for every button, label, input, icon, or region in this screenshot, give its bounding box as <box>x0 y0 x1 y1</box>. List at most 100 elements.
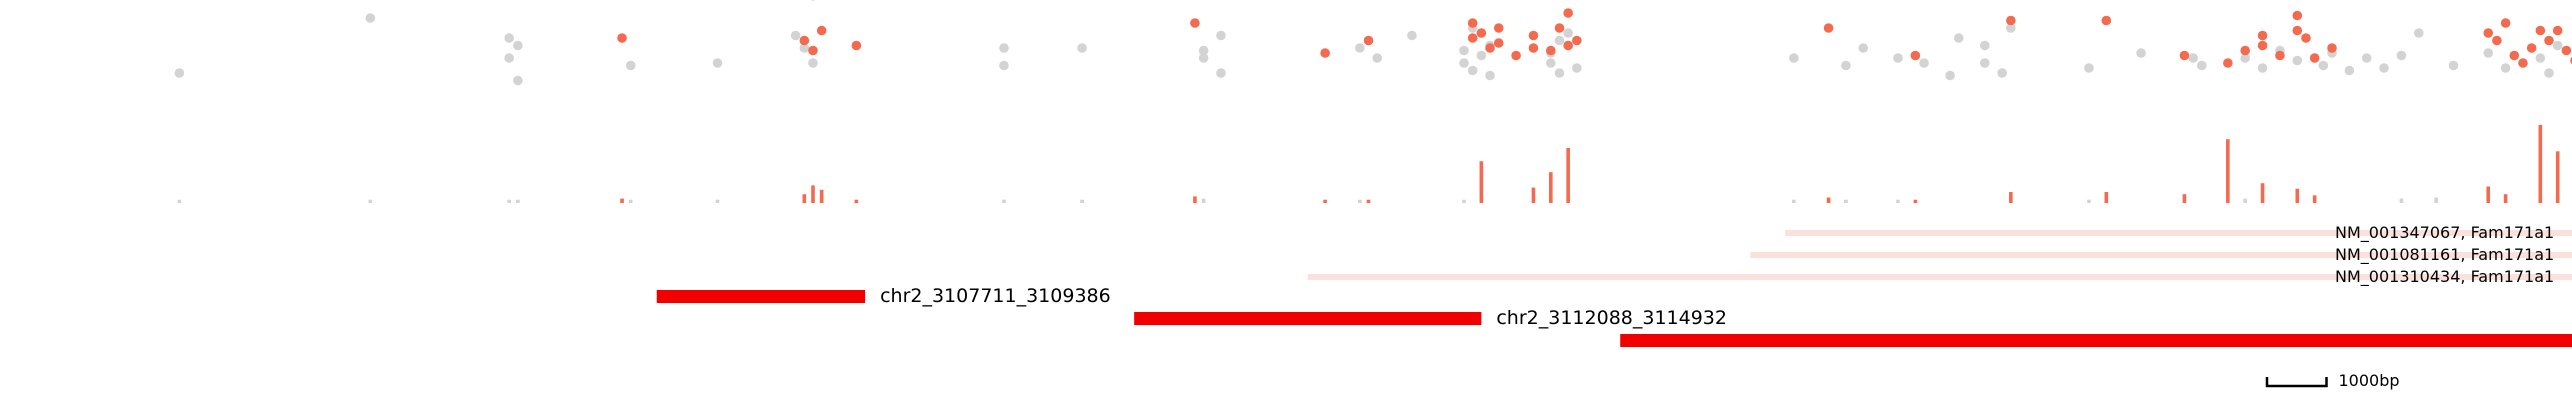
highlight-point-34 <box>2292 11 2302 21</box>
highlight-point-12 <box>1485 43 1495 53</box>
gray-point-19 <box>1372 53 1382 63</box>
gray-point-10 <box>808 58 818 68</box>
highlight-point-36 <box>2310 53 2320 63</box>
highlight-point-31 <box>2258 31 2268 41</box>
gray-bar-15 <box>2243 199 2247 203</box>
highlight-point-37 <box>2327 43 2337 53</box>
highlight-bar-20 <box>2313 195 2317 203</box>
highlight-bar-16 <box>2183 194 2187 203</box>
highlight-point-10 <box>1468 18 1478 28</box>
highlight-point-33 <box>2292 26 2302 36</box>
gray-point-11 <box>999 43 1009 53</box>
highlight-bar-21 <box>2486 187 2490 204</box>
gray-point-46 <box>2084 63 2094 73</box>
highlight-bar-23 <box>2539 125 2543 203</box>
bar-track <box>178 125 2572 203</box>
highlight-point-25 <box>2006 16 2016 26</box>
highlight-point-7 <box>1320 48 1330 58</box>
highlight-point-28 <box>2223 58 2233 68</box>
highlight-bar-3 <box>820 190 824 203</box>
highlight-point-42 <box>2518 58 2528 68</box>
gray-point-7 <box>713 58 723 68</box>
gray-point-22 <box>1459 58 1469 68</box>
highlight-point-27 <box>2180 51 2190 61</box>
gray-bar-8 <box>1202 199 1206 203</box>
gray-point-0 <box>175 68 185 78</box>
highlight-bar-17 <box>2226 139 2230 203</box>
gray-point-26 <box>1485 71 1495 81</box>
scale-bar-line <box>2267 377 2327 386</box>
gray-point-30 <box>1555 36 1565 46</box>
highlight-point-35 <box>2301 33 2311 43</box>
highlight-point-9 <box>1468 33 1478 43</box>
highlight-point-11 <box>1477 28 1487 38</box>
highlight-point-14 <box>1494 23 1504 33</box>
highlight-point-1 <box>800 36 810 46</box>
gray-point-60 <box>2414 28 2424 38</box>
highlight-point-17 <box>1529 31 1539 41</box>
gray-point-16 <box>1216 68 1226 78</box>
highlight-bar-12 <box>1827 198 1831 204</box>
highlight-bar-9 <box>1532 188 1536 203</box>
highlight-point-44 <box>2536 26 2546 36</box>
highlight-point-5 <box>852 41 862 51</box>
highlight-point-38 <box>2483 28 2493 38</box>
gray-point-36 <box>1841 61 1851 71</box>
highlight-bar-5 <box>1193 196 1197 203</box>
gray-point-37 <box>1858 43 1868 53</box>
highlight-point-0 <box>617 33 627 43</box>
highlight-point-20 <box>1563 8 1573 18</box>
gray-bar-14 <box>2087 200 2091 203</box>
region-bar-2 <box>1620 334 2572 347</box>
gray-point-21 <box>1459 46 1469 56</box>
gray-point-48 <box>2188 53 2198 63</box>
gray-point-1 <box>366 13 376 23</box>
gray-point-40 <box>1945 71 1955 81</box>
gray-point-12 <box>999 61 1009 71</box>
highlight-bar-24 <box>2556 151 2560 203</box>
gray-point-34 <box>1572 63 1582 73</box>
highlight-point-16 <box>1529 43 1539 53</box>
highlight-point-45 <box>2544 36 2554 46</box>
region-bar-0 <box>657 290 865 303</box>
highlight-point-32 <box>2275 51 2285 61</box>
highlight-point-19 <box>1555 23 1565 33</box>
transcript-label-2: NM_001310434, Fam171a1 <box>2335 267 2554 287</box>
gray-bar-3 <box>516 200 520 203</box>
gray-point-33 <box>1563 28 1573 38</box>
highlight-point-8 <box>1364 36 1374 46</box>
highlight-bar-18 <box>2261 183 2265 203</box>
gray-point-35 <box>1789 53 1799 63</box>
gray-point-8 <box>791 31 801 41</box>
gray-point-51 <box>2258 63 2268 73</box>
highlight-point-41 <box>2509 51 2519 61</box>
highlight-point-46 <box>2553 26 2563 36</box>
highlight-bar-11 <box>1566 148 1570 203</box>
gray-point-58 <box>2379 63 2389 73</box>
gray-point-57 <box>2362 53 2372 63</box>
transcript-track: NM_001347067, Fam171a1NM_001081161, Fam1… <box>1308 223 2572 287</box>
highlight-point-18 <box>1546 46 1556 56</box>
genome-browser-figure: NM_001347067, Fam171a1NM_001081161, Fam1… <box>0 0 2572 405</box>
scale-bar-label: 1000bp <box>2339 371 2400 390</box>
highlight-point-4 <box>817 26 827 36</box>
highlight-bar-2 <box>811 185 815 203</box>
gray-bar-5 <box>716 200 720 203</box>
highlight-point-15 <box>1511 51 1521 61</box>
highlight-point-47 <box>2562 46 2572 56</box>
gray-point-44 <box>1997 68 2007 78</box>
gray-bar-0 <box>178 200 182 203</box>
highlight-point-23 <box>1824 23 1834 33</box>
gray-point-25 <box>1477 51 1487 61</box>
highlight-bar-1 <box>803 194 807 203</box>
dot-track <box>175 0 2572 85</box>
gray-bar-12 <box>1844 200 1848 203</box>
highlight-bar-7 <box>1367 200 1371 203</box>
gray-bar-2 <box>507 200 511 203</box>
gray-point-4 <box>513 76 523 86</box>
region-label-0: chr2_3107711_3109386 <box>880 285 1111 307</box>
gray-bar-10 <box>1462 200 1466 203</box>
highlight-point-39 <box>2492 36 2502 46</box>
highlight-point-29 <box>2240 46 2250 56</box>
gray-point-3 <box>504 53 514 63</box>
